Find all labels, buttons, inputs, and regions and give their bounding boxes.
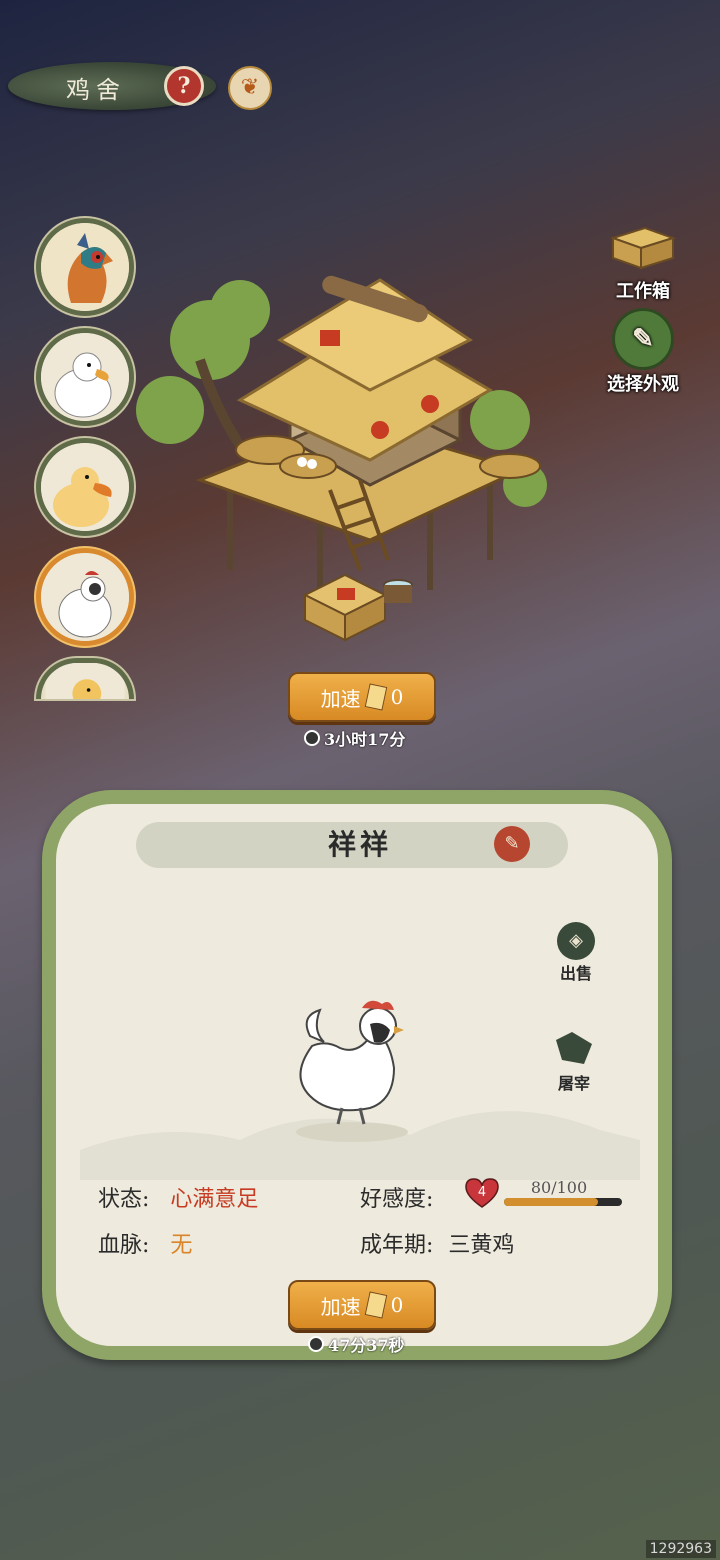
rename-brush-icon[interactable]: ✎: [494, 826, 530, 862]
stage-label: 成年期:: [360, 1233, 434, 1258]
page-title: 鸡舍: [66, 76, 126, 104]
ticket-icon: [364, 1291, 387, 1319]
appearance-label: 选择外观: [607, 374, 679, 395]
avatar-yellow-duck[interactable]: [36, 438, 134, 536]
avatar-white-chicken[interactable]: [36, 548, 134, 646]
heart-icon: 4: [465, 1178, 499, 1208]
coop-timer: 3小时17分: [304, 726, 405, 750]
brush-icon: ✎: [612, 308, 674, 370]
chicken-sprite[interactable]: [290, 996, 410, 1146]
avatar-pheasant[interactable]: [36, 218, 134, 316]
coop-building[interactable]: [130, 270, 550, 650]
chest-icon: [609, 226, 677, 270]
slaughter-button[interactable]: 屠宰: [544, 1030, 604, 1094]
panel-timer: 47分37秒: [308, 1332, 405, 1356]
avatar-white-duck[interactable]: [36, 328, 134, 426]
status-row: 状态: 心满意足: [98, 1181, 258, 1213]
coin-icon: ◈: [557, 922, 595, 960]
bloodline-label: 血脉:: [98, 1233, 150, 1258]
coop-timer-text: 3小时17分: [324, 730, 406, 749]
affection-value: 80/100: [530, 1178, 588, 1197]
affection-fill: [504, 1198, 599, 1206]
cleaver-icon: [556, 1032, 592, 1064]
speed-count: 0: [390, 1293, 404, 1317]
phoenix-icon[interactable]: ❦: [228, 66, 272, 110]
avatar-yellow-bird[interactable]: [36, 658, 134, 699]
ticket-icon: [364, 683, 387, 711]
affection-label: 好感度:: [360, 1187, 434, 1212]
sell-button[interactable]: ◈ 出售: [546, 922, 606, 984]
speed-label: 加速: [320, 686, 361, 711]
bloodline-row: 血脉: 无: [98, 1227, 192, 1259]
workbox-label: 工作箱: [616, 281, 670, 302]
workbox-button[interactable]: 工作箱: [598, 224, 688, 303]
stage-row: 成年期: 三黄鸡: [360, 1227, 514, 1259]
status-value: 心满意足: [170, 1187, 259, 1212]
status-label: 状态:: [98, 1187, 150, 1212]
animal-name: 祥祥: [327, 828, 392, 861]
affection-level: 4: [478, 1185, 486, 1200]
question-icon[interactable]: ?: [164, 66, 204, 106]
appearance-button[interactable]: ✎ 选择外观: [598, 308, 688, 396]
speed-label: 加速: [320, 1294, 361, 1319]
affection-bar: [504, 1198, 622, 1206]
sell-label: 出售: [559, 964, 592, 983]
clock-icon: [304, 730, 320, 746]
panel-speed-button[interactable]: 加速 0: [288, 1280, 436, 1330]
watermark: 1292963: [645, 1540, 716, 1558]
bloodline-value: 无: [170, 1233, 193, 1258]
slaughter-label: 屠宰: [557, 1074, 590, 1093]
coop-speed-button[interactable]: 加速 0: [288, 672, 436, 722]
speed-count: 0: [390, 685, 404, 709]
clock-icon: [308, 1336, 324, 1352]
panel-timer-text: 47分37秒: [328, 1336, 405, 1355]
stage-value: 三黄鸡: [448, 1233, 515, 1258]
